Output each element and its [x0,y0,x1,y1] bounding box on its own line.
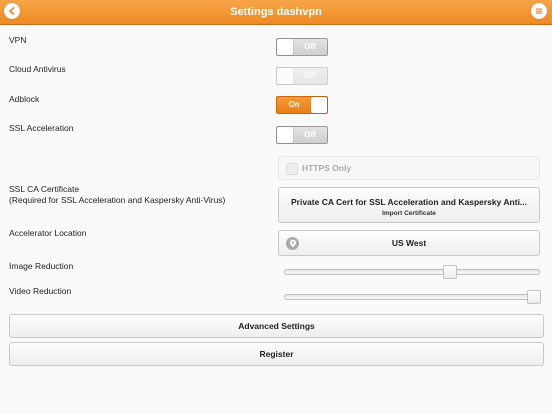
toggle-knob [277,127,293,143]
certificate-title: Private CA Cert for SSL Acceleration and… [290,197,528,207]
toggle-state: Off [304,42,316,51]
page-title: Settings dashvpn [230,6,322,18]
image-reduction-label: Image Reduction [9,261,74,271]
menu-button[interactable] [531,3,547,19]
ssl-acceleration-toggle[interactable]: Off [276,126,328,144]
menu-icon [536,8,542,14]
toggle-state: Off [304,71,316,80]
title-bar: Settings dashvpn [0,0,552,25]
accelerator-location-button[interactable]: US West [278,230,540,256]
accelerator-location-label: Accelerator Location [9,228,87,238]
image-reduction-slider[interactable] [284,265,540,279]
accelerator-location-value: US West [391,238,427,248]
ssl-ca-certificate-label: SSL CA Certificate [9,184,80,194]
vpn-label: VPN [9,35,27,45]
toggle-knob [277,39,293,55]
cloud-antivirus-toggle[interactable]: Off [276,67,328,85]
import-certificate-button[interactable]: Private CA Cert for SSL Acceleration and… [278,187,540,223]
video-reduction-thumb[interactable] [526,290,541,304]
ssl-ca-certificate-sublabel: (Required for SSL Acceleration and Kaspe… [9,195,226,205]
https-only-checkbox[interactable] [286,163,298,175]
ssl-acceleration-label: SSL Acceleration [9,123,74,133]
https-only-option[interactable]: HTTPS Only [278,156,540,180]
certificate-subtitle: Import Certificate [382,210,436,217]
toggle-state: On [288,100,300,109]
toggle-state: Off [304,130,316,139]
register-button[interactable]: Register [9,342,544,366]
adblock-toggle[interactable]: On [276,96,328,114]
cloud-antivirus-label: Cloud Antivirus [9,64,66,74]
advanced-settings-button[interactable]: Advanced Settings [9,314,544,338]
toggle-knob [311,97,327,113]
adblock-label: Adblock [9,94,40,104]
toggle-knob [277,68,293,84]
video-reduction-label: Video Reduction [9,286,72,296]
https-only-label: HTTPS Only [302,163,352,173]
vpn-toggle[interactable]: Off [276,38,328,56]
image-reduction-thumb[interactable] [443,265,458,279]
video-reduction-slider[interactable] [284,290,541,304]
